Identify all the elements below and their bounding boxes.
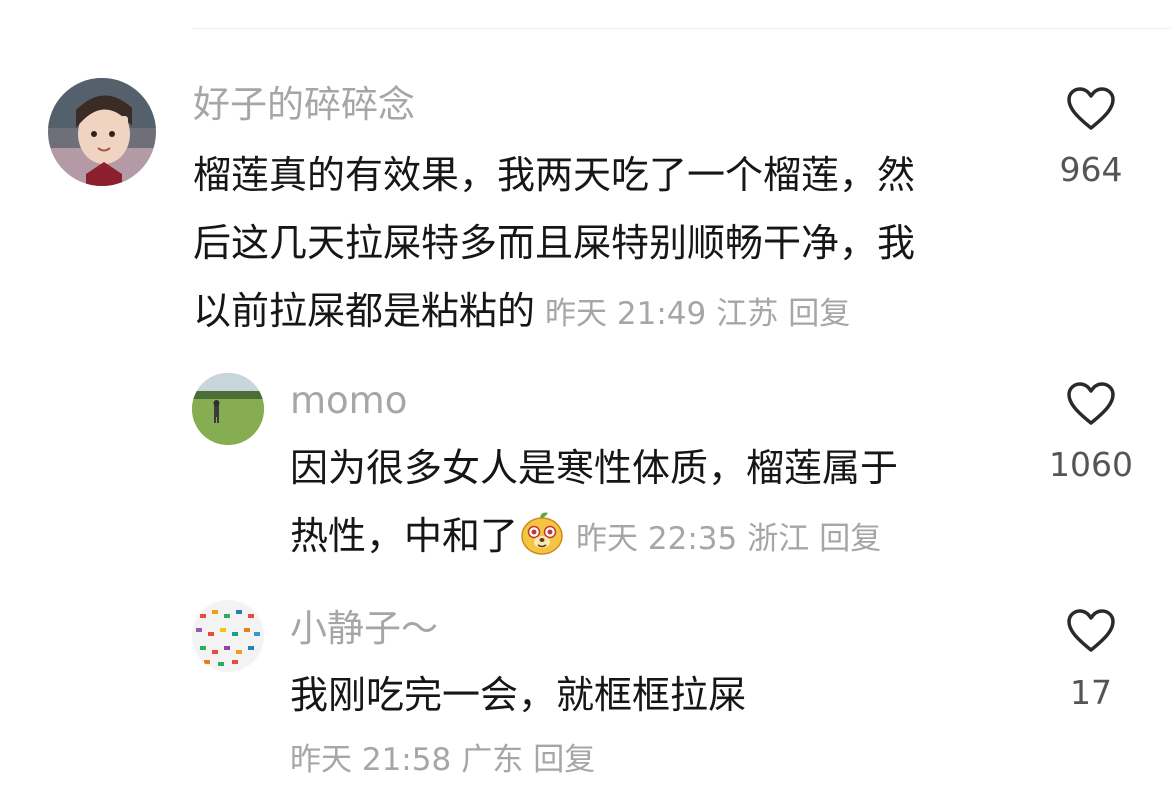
comment-text-line: 因为很多女人是寒性体质，榴莲属于: [290, 446, 899, 490]
comment-time: 昨天 22:35: [576, 521, 738, 557]
like-count: 17: [1070, 673, 1112, 712]
comment-text-line: 以前拉屎都是粘粘的 昨天 21:49 江苏 回复: [193, 277, 915, 348]
divider: [192, 28, 1170, 29]
comment-location: 广东: [461, 742, 524, 778]
heart-icon[interactable]: [1066, 86, 1116, 132]
comment-text-line: 榴莲真的有效果，我两天吃了一个榴莲，然: [193, 153, 916, 197]
comment-text: 榴莲真的有效果，我两天吃了一个榴莲，然 后这几天拉屎特多而且屎特别顺畅干净，我 …: [193, 141, 915, 348]
comment-location: 江苏: [716, 296, 779, 332]
yellow-dog-emoji-icon: [521, 512, 563, 555]
heart-icon[interactable]: [1066, 381, 1116, 427]
avatar-girl-photo-icon: [48, 78, 156, 186]
avatar[interactable]: [192, 373, 264, 445]
comment-location: 浙江: [747, 521, 810, 557]
comment-username[interactable]: momo: [290, 382, 407, 419]
comment-text: 我刚吃完一会，就框框拉屎: [290, 661, 746, 729]
avatar-grass-field-photo-icon: [192, 373, 264, 445]
like-count: 964: [1059, 150, 1123, 189]
comment-meta: 昨天 22:35 浙江 回复: [576, 521, 881, 557]
comment-username[interactable]: 好子的碎碎念: [193, 86, 415, 123]
avatar[interactable]: [48, 78, 156, 186]
avatar[interactable]: [192, 600, 264, 672]
comment-meta: 昨天 21:58 广东 回复: [290, 745, 595, 776]
comment-meta: 昨天 21:49 江苏 回复: [545, 296, 850, 332]
comment-time: 昨天 21:58: [290, 742, 452, 778]
heart-icon[interactable]: [1066, 608, 1116, 654]
comment-time: 昨天 21:49: [545, 296, 707, 332]
comment-text-line: 后这几天拉屎特多而且屎特别顺畅干净，我: [193, 221, 916, 265]
comment-text: 因为很多女人是寒性体质，榴莲属于 热性，中和了 昨天 22:35 浙江 回复: [290, 434, 898, 573]
comment-text-line: 我刚吃完一会，就框框拉屎: [290, 673, 747, 717]
comment-username[interactable]: 小静子～: [290, 610, 438, 647]
comment-text-line-content: 热性，中和了: [290, 514, 519, 558]
reply-button[interactable]: 回复: [788, 296, 850, 332]
reply-button[interactable]: 回复: [819, 521, 881, 557]
comment-text-line-content: 以前拉屎都是粘粘的: [193, 289, 536, 333]
reply-button[interactable]: 回复: [533, 742, 595, 778]
like-count: 1060: [1049, 445, 1133, 484]
avatar-colorful-pattern-icon: [192, 600, 264, 672]
comment-text-line: 热性，中和了 昨天 22:35 浙江 回复: [290, 502, 898, 573]
